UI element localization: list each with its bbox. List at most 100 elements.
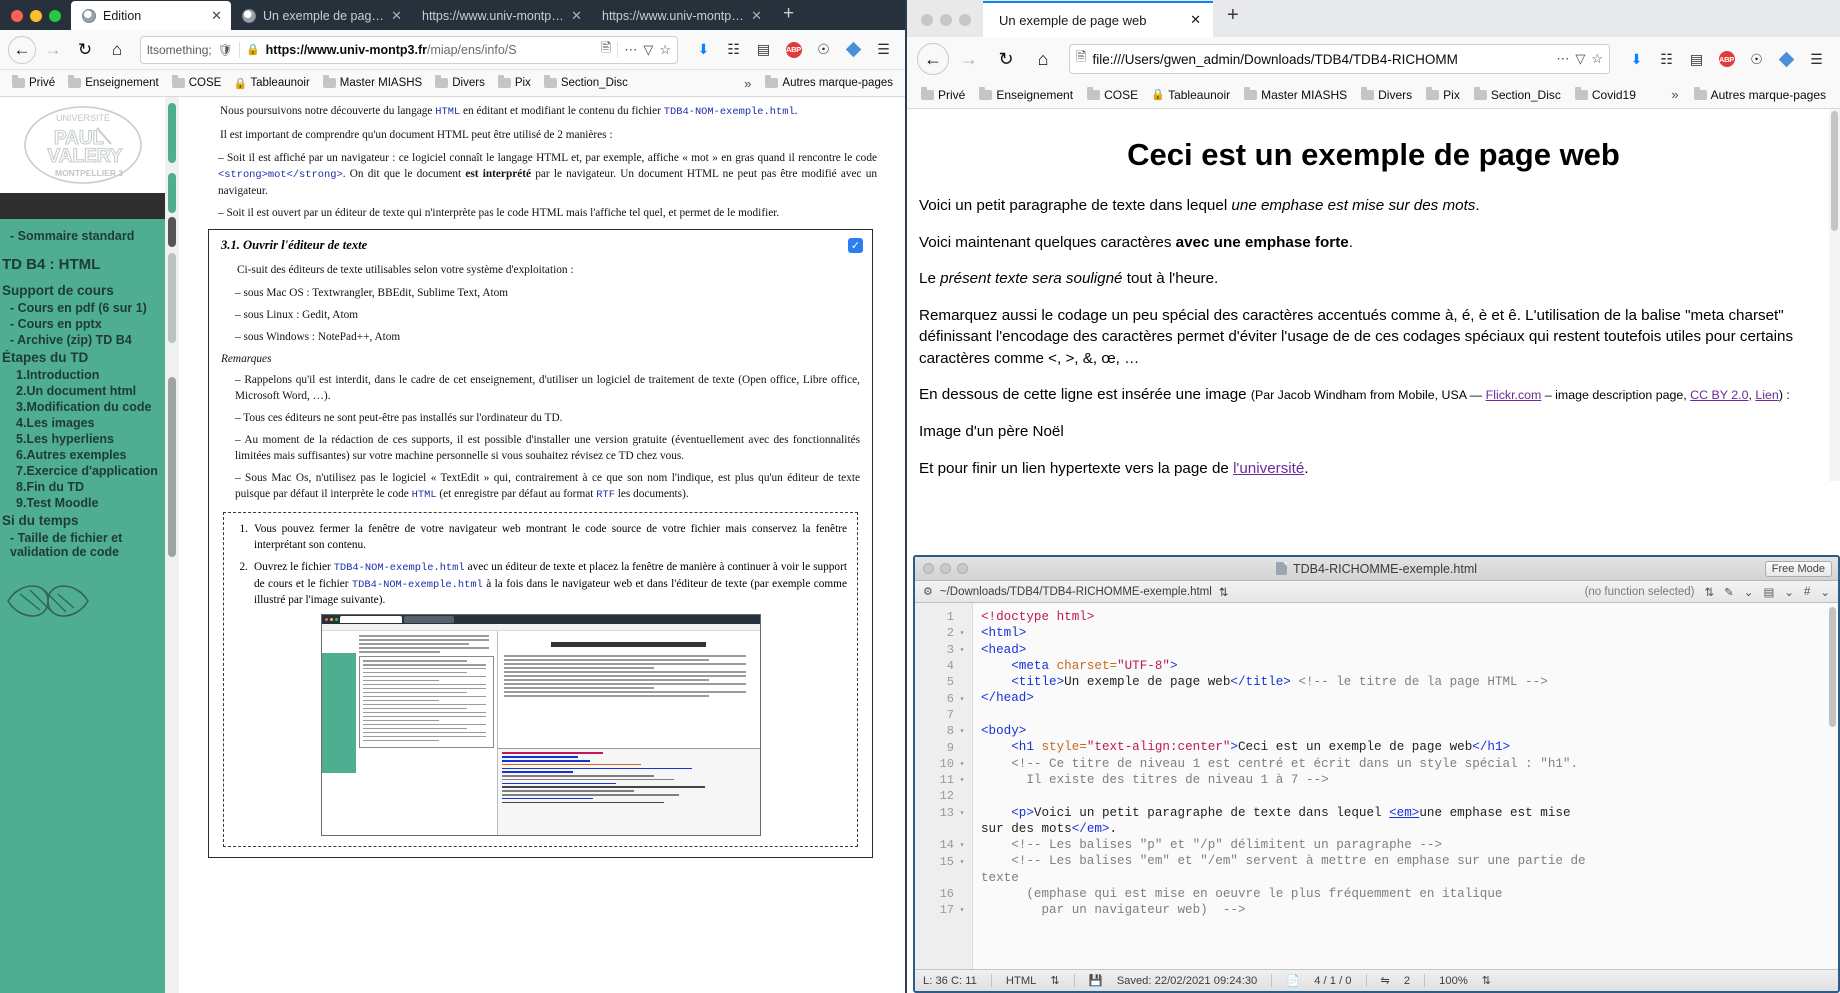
account-icon[interactable]: ☉ [810, 36, 837, 63]
bookmark-cose[interactable]: COSE [1082, 86, 1143, 104]
sidebar-item-taille-fichier[interactable]: - Taille de fichier et validation de cod… [0, 530, 165, 560]
bookmark-section-disc[interactable]: Section_Disc [539, 75, 633, 91]
bookmark-enseignement[interactable]: Enseignement [974, 86, 1078, 104]
tracking-protection-icon[interactable]: 🛡 [218, 43, 233, 57]
link-universite[interactable]: l'université [1233, 460, 1304, 477]
free-mode-badge[interactable]: Free Mode [1764, 560, 1832, 577]
bookmark-prive[interactable]: Privé [7, 75, 60, 91]
chevron-down-icon[interactable]: ⌄ [1744, 585, 1754, 599]
chevron-updown-icon[interactable]: ⇅ [1705, 585, 1715, 599]
status-zoom-level[interactable]: 100% [1439, 975, 1468, 987]
fold-arrow-icon[interactable]: ▾ [958, 628, 966, 638]
library-icon[interactable]: ☷ [720, 36, 747, 63]
extension-diamond-icon[interactable] [840, 36, 867, 63]
editor-scrollbar[interactable] [1829, 607, 1836, 965]
chevron-down-icon[interactable]: ⌄ [1820, 585, 1830, 599]
bookmark-prive[interactable]: Privé [916, 86, 970, 104]
sidebar-icon[interactable]: ▤ [750, 36, 777, 63]
tab-univ-montp3-a[interactable]: https://www.univ-montp3.f ✕ [411, 1, 591, 30]
close-icon[interactable]: ✕ [751, 8, 762, 24]
pdf-viewer-scroll-track[interactable] [165, 97, 179, 993]
right-window-controls[interactable] [907, 14, 983, 37]
fold-arrow-icon[interactable]: ▾ [958, 694, 966, 704]
back-button[interactable]: ← [8, 35, 36, 64]
sidebar-item-cours-pptx[interactable]: - Cours en pptx [0, 316, 165, 332]
bookmark-tableaunoir[interactable]: 🔒 Tableaunoir [1147, 86, 1235, 104]
tab-exemple-page-web-active[interactable]: Un exemple de page web ✕ [983, 1, 1213, 37]
close-icon[interactable]: ✕ [1190, 12, 1201, 28]
bookmark-divers[interactable]: Divers [430, 75, 490, 91]
reload-button[interactable]: ↻ [70, 35, 100, 65]
sidebar-item-les-hyperliens[interactable]: 5.Les hyperliens [0, 431, 165, 447]
menu-hamburger-icon[interactable]: ☰ [870, 36, 897, 63]
left-window-controls[interactable] [0, 10, 71, 30]
bookmark-master-miashs[interactable]: Master MIASHS [1239, 86, 1352, 104]
checkbox-done[interactable]: ✓ [848, 237, 863, 253]
pocket-icon[interactable]: ▽ [643, 42, 653, 58]
bookmark-star-icon[interactable]: ☆ [659, 42, 671, 58]
forward-button[interactable]: → [38, 35, 68, 65]
bookmark-cose[interactable]: COSE [167, 75, 227, 91]
scrollbar-thumb[interactable] [168, 377, 176, 557]
bookmarks-overflow-icon[interactable]: » [738, 76, 757, 91]
scrollbar-thumb[interactable] [1829, 607, 1836, 727]
scrollbar-thumb[interactable] [1831, 111, 1838, 231]
downloads-icon[interactable]: ⬇ [1623, 46, 1650, 73]
link-lien[interactable]: Lien [1755, 388, 1778, 402]
fold-arrow-icon[interactable]: ▾ [958, 905, 966, 915]
sidebar-item-fin-du-td[interactable]: 8.Fin du TD [0, 479, 165, 495]
close-window-button[interactable] [921, 14, 933, 26]
pocket-icon[interactable]: ▽ [1575, 51, 1585, 67]
tab-univ-montp3-b[interactable]: https://www.univ-montp3.f ✕ [591, 1, 771, 30]
address-bar[interactable]: ltsomething; 🛡 🔒 https://www.univ-montp3… [140, 35, 678, 64]
page-scrollbar[interactable] [1829, 109, 1840, 481]
sidebar-item-archive-zip[interactable]: - Archive (zip) TD B4 [0, 332, 165, 348]
downloads-icon[interactable]: ⬇ [690, 36, 717, 63]
tab-edition[interactable]: Edition ✕ [71, 1, 231, 30]
fold-arrow-icon[interactable]: ▾ [958, 840, 966, 850]
minimize-window-button[interactable] [30, 10, 42, 22]
sidebar-item-les-images[interactable]: 4.Les images [0, 415, 165, 431]
fold-arrow-icon[interactable]: ▾ [958, 759, 966, 769]
bookmark-other-bookmarks[interactable]: Autres marque-pages [760, 75, 898, 91]
maximize-window-button[interactable] [49, 10, 61, 22]
gear-icon[interactable]: ⚙ [923, 585, 933, 598]
menu-hamburger-icon[interactable]: ☰ [1803, 46, 1830, 73]
close-window-button[interactable] [11, 10, 23, 22]
source-code-text[interactable]: <!doctype html> <html> <head> <meta charse… [973, 603, 1838, 969]
sidebar-item-test-moodle[interactable]: 9.Test Moodle [0, 495, 165, 511]
bookmark-divers[interactable]: Divers [1356, 86, 1417, 104]
editor-file-path[interactable]: ~/Downloads/TDB4/TDB4-RICHOMME-exemple.h… [940, 586, 1212, 598]
library-icon[interactable]: ☷ [1653, 46, 1680, 73]
sidebar-item-introduction[interactable]: 1.Introduction [0, 367, 165, 383]
close-icon[interactable]: ✕ [211, 8, 222, 24]
hash-icon[interactable]: # [1804, 586, 1810, 598]
forward-button[interactable]: → [952, 42, 986, 76]
adblock-icon[interactable]: ABP [780, 36, 807, 63]
bookmark-section-disc[interactable]: Section_Disc [1469, 86, 1566, 104]
fold-arrow-icon[interactable]: ▾ [958, 726, 966, 736]
sidebar-item-document-html[interactable]: 2.Un document html [0, 383, 165, 399]
bookmark-tableaunoir[interactable]: 🔒 Tableaunoir [229, 75, 314, 91]
home-icon[interactable]: ⌂ [102, 35, 132, 65]
link-flickr[interactable]: Flickr.com [1486, 388, 1542, 402]
address-bar[interactable]: 🖹 file:///Users/gwen_admin/Downloads/TDB… [1069, 44, 1610, 74]
back-button[interactable]: ← [917, 43, 949, 75]
sidebar-item-autres-exemples[interactable]: 6.Autres exemples [0, 447, 165, 463]
sidebar-icon[interactable]: ▤ [1683, 46, 1710, 73]
extension-diamond-icon[interactable] [1773, 46, 1800, 73]
fold-arrow-icon[interactable]: ▾ [958, 775, 966, 785]
fold-arrow-icon[interactable]: ▾ [958, 645, 966, 655]
link-cc-by[interactable]: CC BY 2.0 [1690, 388, 1748, 402]
pencil-icon[interactable]: ✎ [1724, 585, 1734, 599]
account-icon[interactable]: ☉ [1743, 46, 1770, 73]
bookmark-pix[interactable]: Pix [1421, 86, 1465, 104]
shield-icon[interactable]: ltsomething; [147, 43, 212, 57]
reader-view-icon[interactable]: 🖹 [601, 39, 611, 61]
bookmark-other-bookmarks[interactable]: Autres marque-pages [1689, 86, 1831, 104]
tab-exemple-page-web[interactable]: Un exemple de page web ✕ [231, 1, 411, 30]
close-icon[interactable]: ✕ [391, 8, 402, 24]
bookmarks-overflow-icon[interactable]: » [1665, 87, 1684, 102]
sidebar-item-modification-code[interactable]: 3.Modification du code [0, 399, 165, 415]
close-icon[interactable]: ✕ [571, 8, 582, 24]
